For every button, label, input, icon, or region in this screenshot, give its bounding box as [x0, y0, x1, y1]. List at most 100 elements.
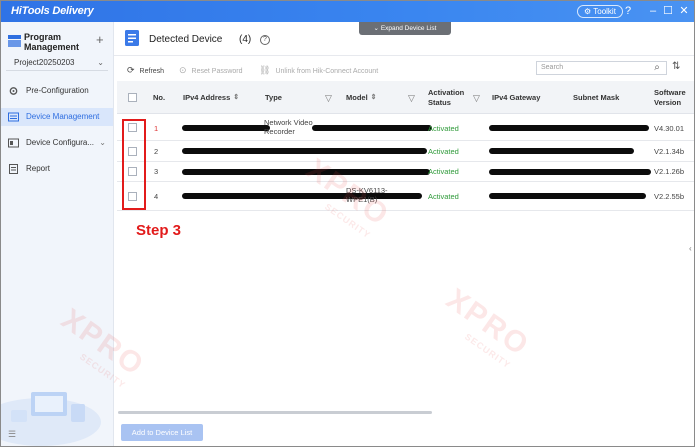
project-name: Project20250203 — [14, 58, 75, 67]
title-bar: HiTools Delivery ⚙ Toolkit ? – ☐ ✕ — [1, 1, 694, 22]
filter-icon: ▽ — [408, 92, 415, 103]
chevron-down-icon: ⌄ — [97, 58, 104, 67]
activation-status: Activated — [428, 167, 459, 176]
redacted-network-info — [489, 125, 649, 131]
activation-status: Activated — [428, 192, 459, 201]
redacted-network-info — [489, 169, 651, 175]
redacted-network-info — [489, 148, 634, 154]
program-title: Program Management — [24, 32, 80, 52]
sidebar-item-label: Report — [26, 164, 51, 173]
row-number: 2 — [154, 147, 159, 156]
column-header-ipv4-address[interactable]: IPv4 Address ⇕ — [183, 81, 239, 114]
sidebar-item-device-configuration[interactable]: Device Configura... ⌄ — [1, 134, 113, 152]
software-version: V4.30.01 — [654, 124, 685, 133]
redacted-ipv4-address — [182, 169, 330, 175]
sidebar-item-pre-configuration[interactable]: Pre-Configuration — [1, 82, 113, 100]
sidebar-item-label: Pre-Configuration — [26, 86, 89, 95]
expand-device-list-tab[interactable]: ⌄ Expand Device List — [359, 22, 451, 35]
row-number: 4 — [154, 192, 159, 201]
table-row[interactable]: 2 Activated V2.1.34b — [117, 141, 694, 162]
program-icon — [8, 35, 21, 47]
software-version: V2.1.26b — [654, 167, 685, 176]
minimize-icon[interactable]: – — [646, 4, 660, 18]
software-version: V2.1.34b — [654, 147, 685, 156]
header-divider — [114, 55, 694, 56]
table-row[interactable]: 3 Activated V2.1.26b — [117, 162, 694, 182]
table-header: No. IPv4 Address ⇕ Type ▽ Model ⇕ ▽ Activati… — [117, 81, 694, 114]
activation-status: Activated — [428, 147, 459, 156]
table-row[interactable]: 1 Network Video Recorder Activated V4.30… — [117, 114, 694, 141]
unlink-label: Unlink from Hik-Connect Account — [275, 68, 379, 75]
redacted-model — [312, 148, 427, 154]
app-title: HiTools Delivery — [11, 5, 94, 17]
sort-icon: ⇕ — [233, 93, 240, 101]
toolkit-button[interactable]: ⚙ Toolkit — [577, 5, 623, 18]
horizontal-scrollbar[interactable] — [118, 411, 432, 414]
expand-icon: ⌄ — [373, 25, 379, 32]
activation-status: Activated — [428, 124, 459, 133]
select-all-checkbox[interactable] — [128, 93, 137, 102]
add-program-icon[interactable]: + — [96, 32, 104, 47]
column-header-model[interactable]: Model ⇕ ▽ — [346, 81, 415, 114]
sidebar-illustration — [1, 392, 101, 446]
sidebar-item-device-management[interactable]: Device Management — [1, 108, 113, 126]
app-window: HiTools Delivery ⚙ Toolkit ? – ☐ ✕ Progr… — [0, 0, 695, 447]
project-select[interactable]: Project20250203 ⌄ — [6, 56, 108, 71]
column-header-type[interactable]: Type ▽ — [265, 81, 332, 114]
search-input[interactable]: Search — [536, 61, 667, 75]
redacted-model — [312, 169, 430, 175]
help-icon[interactable]: ? — [260, 35, 270, 45]
page-title: Detected Device — [149, 34, 223, 45]
chevron-down-icon: ⌄ — [99, 138, 106, 147]
gear-icon — [9, 87, 18, 95]
step-label: Step 3 — [136, 222, 182, 239]
refresh-icon: ⟳ — [127, 65, 135, 75]
help-icon[interactable]: ? — [621, 4, 635, 18]
row-number: 3 — [154, 167, 159, 176]
redacted-model — [312, 125, 432, 131]
maximize-icon[interactable]: ☐ — [661, 4, 675, 18]
row-number: 1 — [154, 124, 159, 133]
column-header-activation-status[interactable]: Activation Status ▽ — [428, 81, 480, 114]
step-highlight-box — [122, 119, 146, 210]
close-icon[interactable]: ✕ — [677, 4, 691, 18]
column-settings-icon[interactable]: ⇅ — [672, 61, 680, 72]
sidebar-item-label: Device Configura... — [26, 138, 95, 147]
refresh-button[interactable]: ⟳ Refresh — [127, 65, 164, 76]
column-header-software-version: Software Version — [654, 87, 686, 107]
redacted-ipv4-address — [182, 148, 327, 154]
reset-password-icon: ⊙ — [179, 65, 187, 75]
toolkit-label: Toolkit — [593, 7, 616, 16]
toolkit-icon: ⚙ — [584, 7, 592, 16]
device-model: DS-KV6113-WPE1(B) — [346, 186, 388, 204]
report-icon — [9, 164, 18, 174]
redacted-network-info — [489, 193, 646, 199]
device-list-icon — [8, 112, 19, 122]
filter-icon: ▽ — [325, 92, 332, 103]
reset-password-button[interactable]: ⊙ Reset Password — [179, 65, 243, 76]
software-version: V2.2.55b — [654, 192, 685, 201]
unlink-button[interactable]: ⛓ Unlink from Hik-Connect Account — [259, 65, 378, 76]
add-to-device-list-button[interactable]: Add to Device List — [121, 424, 203, 441]
sidebar-item-report[interactable]: Report — [1, 160, 113, 178]
redacted-ipv4-address — [182, 125, 270, 131]
table-row[interactable]: 4 DS-KV6113-WPE1(B) Activated V2.2.55b — [117, 182, 694, 211]
sidebar: Program Management + Project20250203 ⌄ P… — [1, 22, 114, 446]
device-config-icon — [8, 138, 19, 148]
expand-tab-label: Expand Device List — [380, 25, 437, 32]
search-icon[interactable]: ⌕ — [650, 61, 664, 75]
filter-icon: ▽ — [473, 92, 480, 103]
sort-icon: ⇕ — [370, 93, 377, 101]
column-header-no: No. — [153, 92, 166, 102]
device-count: (4) — [239, 34, 252, 45]
main-panel: ⌄ Expand Device List Detected Device (4)… — [114, 22, 694, 446]
column-header-subnet-mask: Subnet Mask — [573, 92, 620, 102]
collapse-panel-handle[interactable]: ‹ — [689, 244, 692, 253]
refresh-label: Refresh — [139, 68, 165, 75]
unlink-icon: ⛓ — [259, 65, 271, 75]
collapse-menu-icon[interactable]: ☰ — [8, 429, 16, 440]
column-header-ipv4-gateway: IPv4 Gateway — [492, 92, 541, 102]
detected-device-icon — [125, 30, 139, 46]
sidebar-item-label: Device Management — [26, 112, 100, 121]
search-placeholder: Search — [541, 64, 564, 71]
